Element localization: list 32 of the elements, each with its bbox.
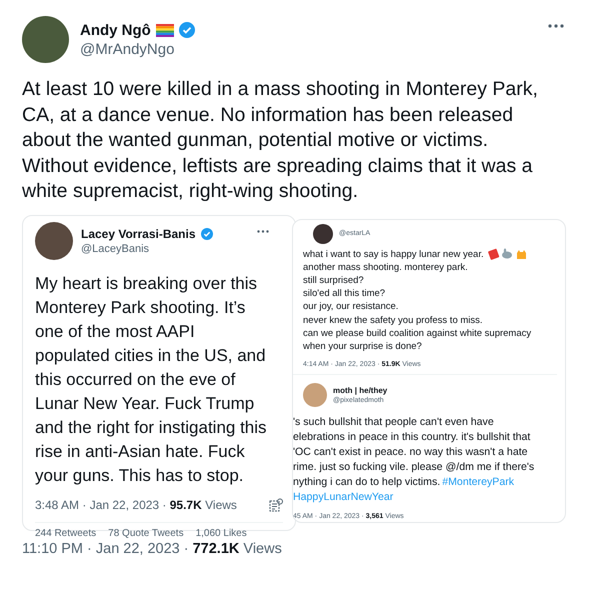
more-options-icon [257, 230, 269, 232]
author-name[interactable]: Andy Ngô [80, 22, 151, 38]
timestamp: 11:10 PM · Jan 22, 2023 · 772.1K Views [22, 540, 283, 556]
notes-icon [269, 498, 283, 512]
tweet-line: when your surprise is done? [303, 340, 422, 354]
engagement-count: 1,060 Likes [196, 528, 247, 538]
tweet-line: our joy, our resistance. [303, 300, 398, 314]
tweet-line: never knew the safety you profess to miss. [303, 314, 483, 327]
tweet-line: rime. just so fucking vile. please @/dm me if there's [293, 460, 534, 476]
author-handle[interactable]: @MrAndyNgo [80, 40, 537, 58]
author-name: Lacey Vorrasi-Banis [81, 226, 196, 240]
author-name: moth | he/they [333, 386, 388, 396]
tweet-line: can we please build coalition against white supremacy [303, 326, 532, 340]
tweet-line: still surprised? [303, 274, 364, 288]
tweet-line: nything i can do to help victims. [293, 475, 440, 490]
timestamp: 3:48 AM · Jan 22, 2023 · 95.7K Views [35, 498, 237, 512]
avatar [35, 222, 73, 260]
avatar [303, 383, 327, 408]
avatar [313, 224, 333, 244]
engagement-count: 244 Retweets [35, 528, 96, 538]
tweet-line: another mass shooting. monterey park. [303, 260, 468, 274]
tweet-line: elebrations in peace in this country. it's bullshit that [293, 430, 530, 446]
avatar[interactable] [22, 16, 69, 63]
tweet-text: At least 10 were killed in a mass shooting in Monterey Park, CA, at a dance venue. No information has been released about the wanted gunman, potential motive or victims. Without evidence, leftists are spreading claims that it was a white supremacist, right-wing shooting. [22, 77, 539, 204]
tweet-line: silo'ed all this time? [303, 287, 386, 300]
tweet-line: 's such bullshit that people can't even have [293, 415, 494, 430]
tweet-line: 'OC can't exist in peace. no way this wasn't a hate [293, 445, 528, 460]
author-handle: @LaceyBanis [81, 242, 150, 254]
tweet-text: My heart is breaking over this Monterey Park shooting. It’s one of the most AAPI populated cities in the US, and this occurred on the eve of Lunar New Year. Fuck Trump and the right for instigating this rise in anti-Asian hate. Fuck your guns. This has to stop. [35, 272, 268, 486]
engagement-count: 78 Quote Tweets [108, 528, 184, 538]
tweet-line: what i want to say is happy lunar new year. [303, 248, 484, 261]
more-options-icon[interactable] [548, 24, 564, 28]
